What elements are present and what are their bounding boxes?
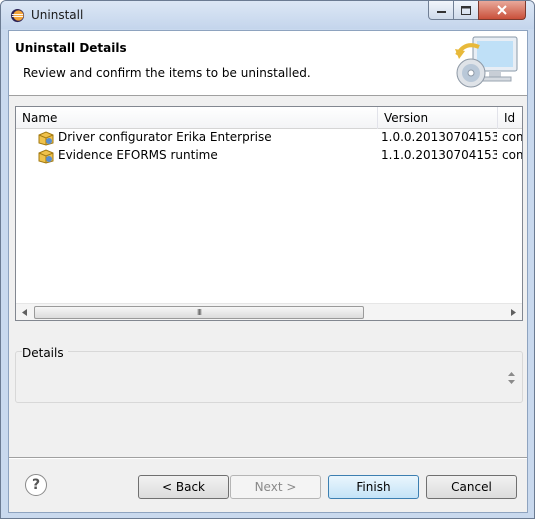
uninstall-window: Uninstall Uninstall Details Review and c… [0, 0, 535, 519]
item-name: Evidence EFORMS runtime [58, 148, 218, 162]
eclipse-icon [10, 8, 25, 23]
table-header: Name Version Id [16, 107, 522, 129]
minimize-button[interactable] [428, 1, 454, 20]
cancel-button[interactable]: Cancel [426, 475, 517, 499]
help-button[interactable]: ? [25, 474, 47, 496]
button-bar-separator [9, 457, 527, 459]
details-scroll-arrows[interactable] [506, 371, 516, 385]
close-icon [497, 5, 507, 15]
close-button[interactable] [478, 1, 526, 20]
wizard-header: Uninstall Details Review and confirm the… [9, 31, 527, 96]
feature-icon [38, 131, 54, 146]
uninstall-items-table[interactable]: Name Version Id Driver configurator Erik… [15, 106, 523, 321]
column-header-name[interactable]: Name [16, 107, 378, 129]
minimize-icon [436, 11, 446, 13]
spin-arrows-icon [507, 372, 515, 384]
column-header-id[interactable]: Id [498, 107, 522, 129]
page-title: Uninstall Details [15, 41, 127, 55]
column-header-version[interactable]: Version [378, 107, 498, 129]
item-id: com [502, 148, 522, 162]
details-group [15, 351, 523, 403]
finish-button[interactable]: Finish [328, 475, 419, 499]
item-name: Driver configurator Erika Enterprise [58, 130, 272, 144]
arrow-left-icon [22, 309, 27, 316]
horizontal-scrollbar[interactable]: III [16, 303, 522, 320]
scroll-left-button[interactable] [16, 304, 33, 321]
scroll-right-button[interactable] [505, 304, 522, 321]
scroll-thumb[interactable]: III [34, 306, 364, 319]
details-label: Details [22, 346, 68, 360]
dialog-body: Uninstall Details Review and confirm the… [8, 30, 528, 513]
table-row[interactable]: Driver configurator Erika Enterprise 1.0… [16, 129, 522, 147]
back-button[interactable]: < Back [138, 475, 229, 499]
item-id: com [502, 130, 522, 144]
item-version: 1.0.0.201307041537 [381, 130, 497, 144]
feature-icon [38, 149, 54, 164]
item-version: 1.1.0.201307041537 [381, 148, 497, 162]
page-description: Review and confirm the items to be unins… [23, 66, 311, 80]
table-row[interactable]: Evidence EFORMS runtime 1.1.0.2013070415… [16, 147, 522, 165]
uninstall-banner-icon [455, 36, 518, 88]
window-title: Uninstall [31, 8, 84, 22]
maximize-button[interactable] [453, 1, 479, 20]
maximize-icon [461, 5, 471, 15]
next-button[interactable]: Next > [230, 475, 321, 499]
arrow-right-icon [511, 309, 516, 316]
title-bar[interactable]: Uninstall [1, 1, 534, 29]
